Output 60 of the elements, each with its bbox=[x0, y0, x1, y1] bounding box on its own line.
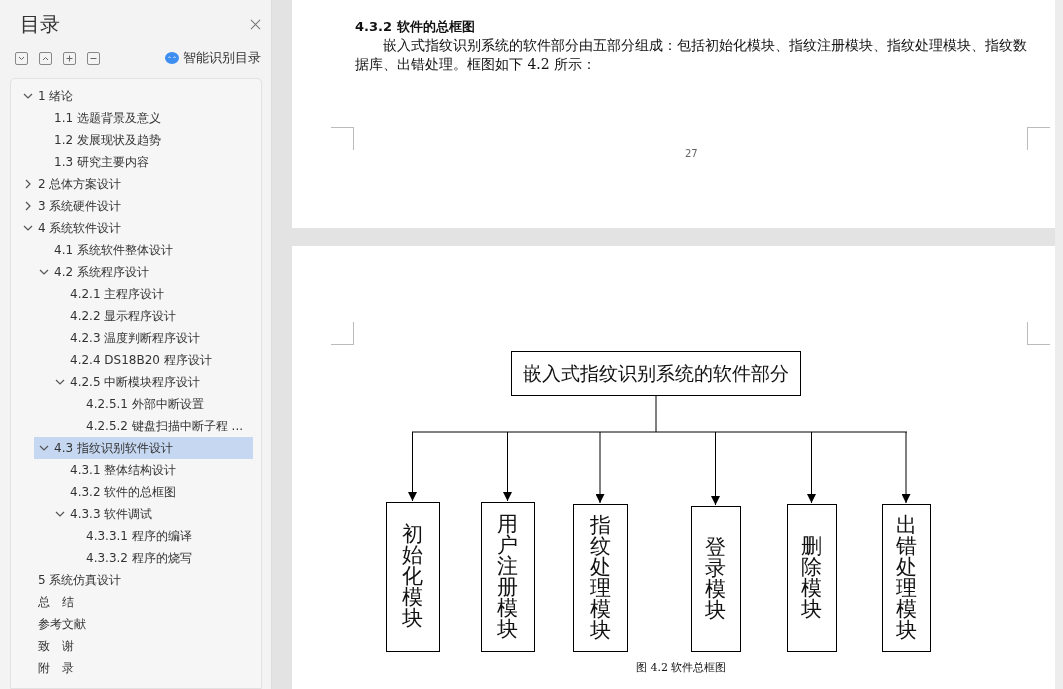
diagram-box: 初始化模块 bbox=[386, 502, 440, 652]
chevron-down-icon[interactable] bbox=[39, 443, 49, 453]
toc-item[interactable]: 4.2.2 显示程序设计 bbox=[50, 305, 253, 327]
section-heading: 4.3.2 软件的总框图 bbox=[355, 18, 476, 36]
diagram-box: 登录模块 bbox=[691, 506, 741, 652]
crop-mark bbox=[331, 127, 354, 150]
toc-item[interactable]: 致 谢 bbox=[18, 635, 253, 657]
toc-item[interactable]: 4.2.5.2 键盘扫描中断子程 ... bbox=[66, 415, 253, 437]
chevron-down-icon[interactable] bbox=[23, 223, 33, 233]
smart-toc-button[interactable]: 智能识别目录 bbox=[165, 49, 261, 67]
chevron-right-icon[interactable] bbox=[23, 179, 33, 189]
connector-arrow bbox=[408, 431, 417, 502]
toc-item[interactable]: 1 绪论 bbox=[18, 85, 253, 107]
diagram-box: 出错处理模块 bbox=[882, 504, 931, 652]
sidebar-title: 目录 bbox=[20, 10, 60, 38]
close-icon[interactable] bbox=[250, 18, 261, 30]
toc-item[interactable]: 4.2.5 中断模块程序设计 bbox=[50, 371, 253, 393]
crop-mark bbox=[1027, 322, 1050, 345]
expand-all-icon[interactable] bbox=[15, 51, 28, 65]
toc-item[interactable]: 3 系统硬件设计 bbox=[18, 195, 253, 217]
minus-icon[interactable] bbox=[87, 51, 100, 65]
robot-icon bbox=[165, 52, 179, 64]
toc-item[interactable]: 4.3.3.1 程序的编译 bbox=[66, 525, 253, 547]
toc-item[interactable]: 4.3 指纹识别软件设计 bbox=[34, 437, 253, 459]
figure-caption: 图 4.2 软件总框图 bbox=[636, 660, 727, 675]
toc-item[interactable]: 4.2.3 温度判断程序设计 bbox=[50, 327, 253, 349]
toc-item[interactable]: 1.2 发展现状及趋势 bbox=[34, 129, 253, 151]
toc-item[interactable]: 总 结 bbox=[18, 591, 253, 613]
toc-item[interactable]: 4.2.4 DS18B20 程序设计 bbox=[50, 349, 253, 371]
toc-item[interactable]: 参考文献 bbox=[18, 613, 253, 635]
toc-item[interactable]: 4.2.5.1 外部中断设置 bbox=[66, 393, 253, 415]
plus-icon[interactable] bbox=[63, 51, 76, 65]
toc-item[interactable]: 2 总体方案设计 bbox=[18, 173, 253, 195]
diagram-box: 删除模块 bbox=[787, 504, 837, 652]
collapse-all-icon[interactable] bbox=[39, 51, 52, 65]
diagram-box: 用户注册模块 bbox=[481, 502, 535, 652]
toc-item[interactable]: 4.3.3.2 程序的烧写 bbox=[66, 547, 253, 569]
crop-mark bbox=[1027, 127, 1050, 150]
chevron-down-icon[interactable] bbox=[55, 377, 65, 387]
page-number: 27 bbox=[685, 148, 698, 159]
toc-item[interactable]: 附 录 bbox=[18, 657, 253, 679]
chevron-down-icon[interactable] bbox=[39, 267, 49, 277]
diagram-box: 指纹处理模块 bbox=[573, 504, 628, 652]
toc-item[interactable]: 4.1 系统软件整体设计 bbox=[34, 239, 253, 261]
chevron-down-icon[interactable] bbox=[55, 509, 65, 519]
toc-item[interactable]: 4 系统软件设计 bbox=[18, 217, 253, 239]
chevron-down-icon[interactable] bbox=[23, 91, 33, 101]
diagram-box: 嵌入式指纹识别系统的软件部分 bbox=[511, 351, 801, 396]
toc-item[interactable]: 1.1 选题背景及意义 bbox=[34, 107, 253, 129]
toc-item[interactable]: 4.2.1 主程序设计 bbox=[50, 283, 253, 305]
crop-mark bbox=[331, 322, 354, 345]
connector-arrow bbox=[503, 431, 512, 502]
toc-item[interactable]: 1.3 研究主要内容 bbox=[34, 151, 253, 173]
toc-item[interactable]: 4.3.3 软件调试 bbox=[50, 503, 253, 525]
toc-item[interactable]: 4.3.1 整体结构设计 bbox=[50, 459, 253, 481]
toc-item[interactable]: 4.2 系统程序设计 bbox=[34, 261, 253, 283]
toc-item[interactable]: 5 系统仿真设计 bbox=[18, 569, 253, 591]
chevron-right-icon[interactable] bbox=[23, 201, 33, 211]
body-paragraph: 嵌入式指纹识别系统的软件部分由五部分组成：包括初始化模块、指纹注册模块、指纹处理模块、指纹数据库、出错处理。框图如下 4.2 所示： bbox=[355, 36, 1027, 74]
toc-item[interactable]: 4.3.2 软件的总框图 bbox=[50, 481, 253, 503]
